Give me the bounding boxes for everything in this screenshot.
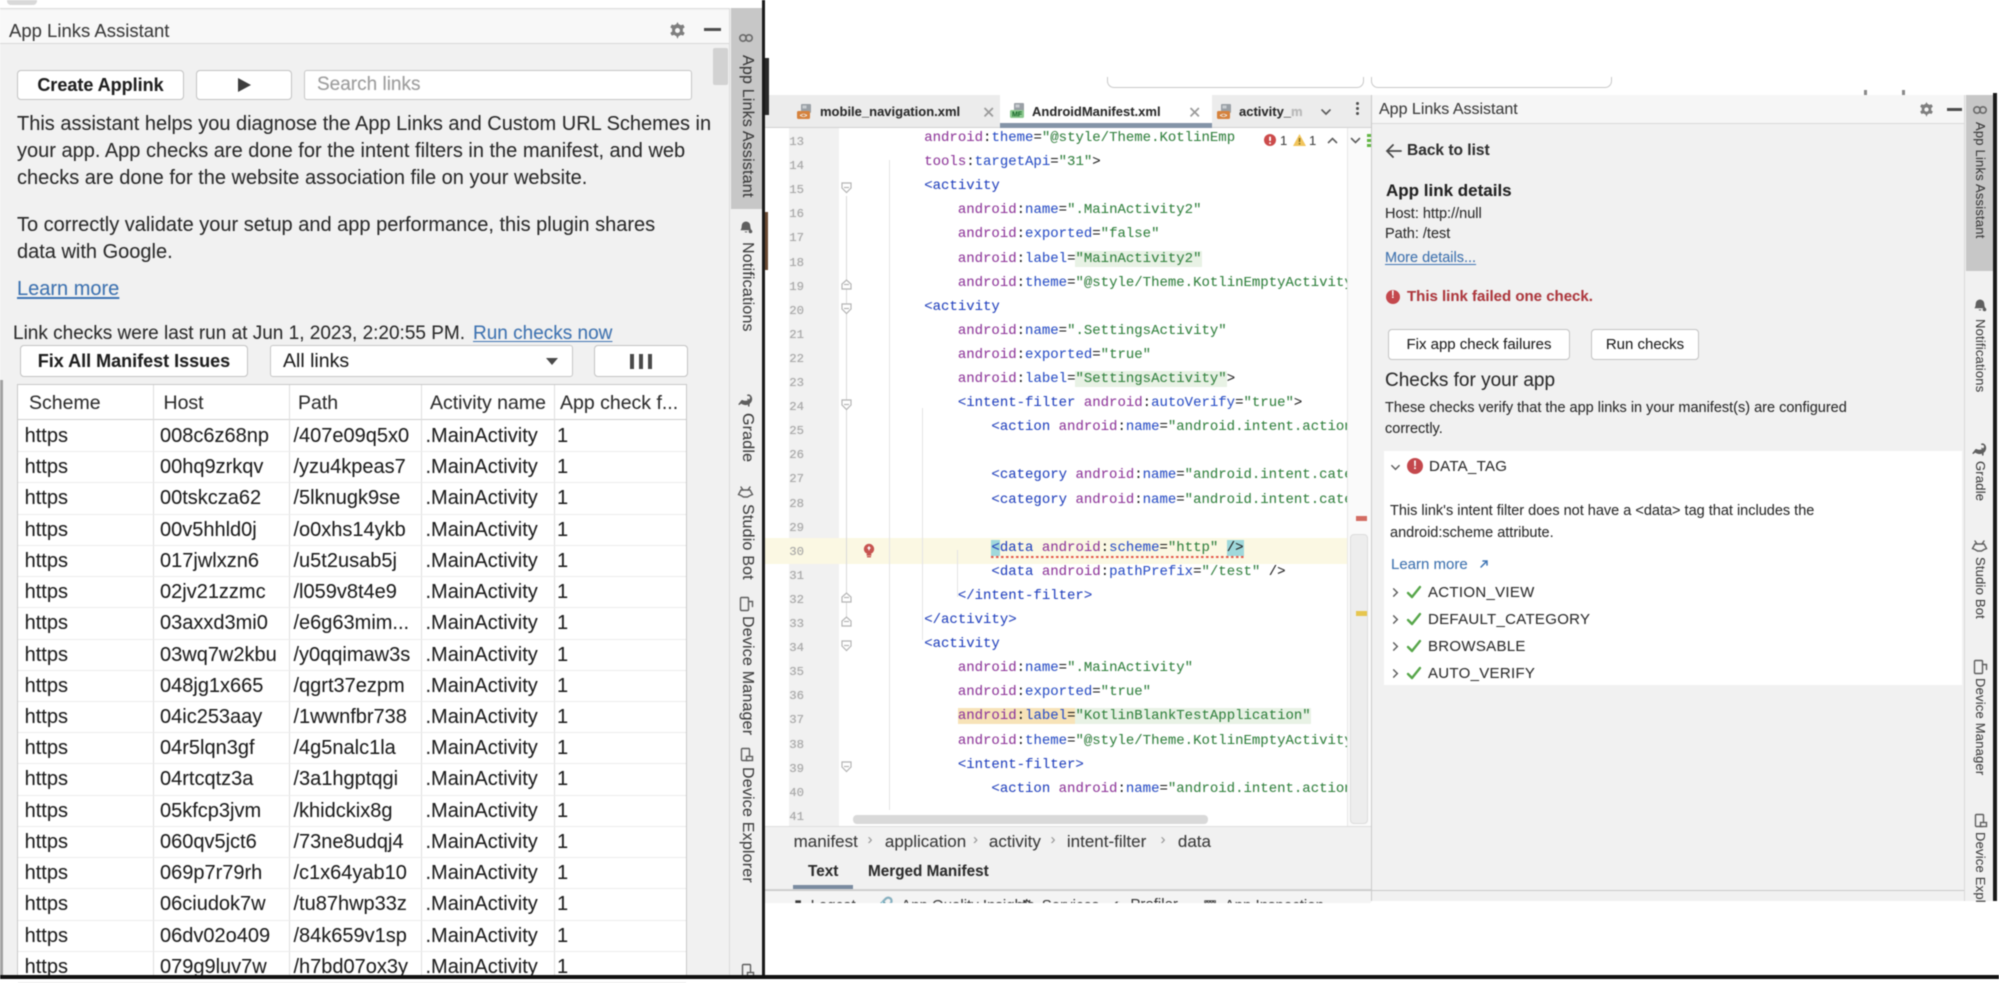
svg-text:<>: <> xyxy=(800,112,808,119)
